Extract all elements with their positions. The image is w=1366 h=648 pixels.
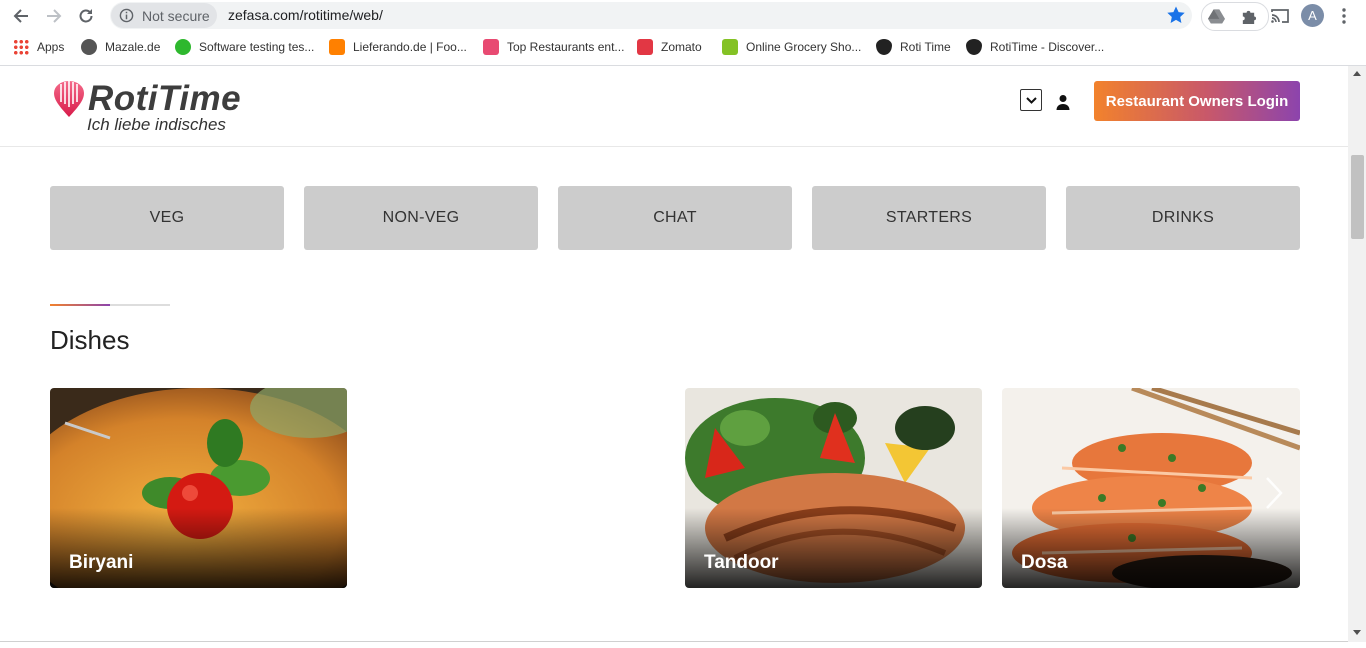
bookmark-star-icon[interactable] [1166, 5, 1186, 30]
chevron-down-icon [1025, 96, 1037, 104]
page-bottom-divider [0, 641, 1348, 642]
bookmark-label: Zomato [661, 40, 702, 54]
language-dropdown[interactable] [1020, 89, 1042, 111]
back-button[interactable] [10, 5, 32, 27]
rotitime-icon [876, 39, 892, 55]
category-starters-button[interactable]: STARTERS [812, 186, 1046, 250]
rotitime-icon [966, 39, 982, 55]
mazale-icon [81, 39, 97, 55]
category-non-veg-button[interactable]: NON-VEG [304, 186, 538, 250]
category-chat-button[interactable]: CHAT [558, 186, 792, 250]
browser-toolbar: Not secure zefasa.com/rotitime/web/ A [0, 0, 1366, 32]
bookmark-apps[interactable]: Apps [13, 39, 64, 55]
scroll-up-icon[interactable] [1353, 71, 1361, 76]
lieferando-icon [329, 39, 345, 55]
scrollbar-thumb[interactable] [1351, 155, 1364, 239]
bookmark-label: Software testing tes... [199, 40, 315, 54]
logo-title[interactable]: RotiTime [88, 79, 241, 119]
kebab-menu-icon [1342, 8, 1346, 24]
puzzle-extension-icon[interactable] [1240, 8, 1257, 25]
logo-tagline: Ich liebe indisches [87, 115, 226, 134]
scroll-down-icon[interactable] [1353, 630, 1361, 635]
site-info-chip[interactable]: Not secure [111, 3, 217, 28]
extensions-group [1201, 2, 1269, 31]
reload-icon [79, 9, 93, 23]
bookmark-top-restaurants[interactable]: Top Restaurants ent... [483, 39, 624, 55]
arrow-left-icon [13, 9, 28, 23]
category-veg-button[interactable]: VEG [50, 186, 284, 250]
apps-grid-icon [13, 39, 29, 55]
bookmark-rotitime-discover[interactable]: RotiTime - Discover... [966, 39, 1104, 55]
rotitime-logo-icon[interactable] [53, 80, 85, 123]
bookmark-lieferando[interactable]: Lieferando.de | Foo... [329, 39, 467, 55]
category-drinks-button[interactable]: DRINKS [1066, 186, 1300, 250]
bookmark-roti-time[interactable]: Roti Time [876, 39, 951, 55]
profile-initial: A [1308, 8, 1317, 23]
bookmark-mazale[interactable]: Mazale.de [81, 39, 160, 55]
section-divider-line [110, 304, 170, 306]
dish-name: Biryani [69, 552, 134, 573]
bigbasket-icon [722, 39, 738, 55]
zomato-icon [637, 39, 653, 55]
bookmark-label: Apps [37, 40, 65, 54]
arrow-right-icon [47, 9, 62, 23]
user-account-icon[interactable] [1055, 94, 1071, 115]
google-drive-icon[interactable] [1208, 8, 1225, 24]
bookmark-label: RotiTime - Discover... [990, 40, 1105, 54]
bookmark-online-grocery[interactable]: Online Grocery Sho... [722, 39, 861, 55]
cast-button[interactable] [1269, 5, 1291, 27]
page-scrollbar[interactable] [1348, 66, 1366, 642]
info-icon [119, 8, 134, 23]
bookmark-label: Mazale.de [105, 40, 161, 54]
reload-button[interactable] [75, 5, 97, 27]
security-label: Not secure [142, 8, 210, 24]
dish-card-biryani[interactable]: Biryani [50, 388, 347, 588]
cast-icon [1271, 9, 1289, 23]
bookmark-zomato[interactable]: Zomato [637, 39, 702, 55]
browser-menu-button[interactable] [1333, 5, 1355, 27]
dish-image-overlay [50, 508, 347, 588]
url-text[interactable]: zefasa.com/rotitime/web/ [228, 7, 383, 23]
dish-card-dosa[interactable]: Dosa [1002, 388, 1300, 588]
dish-image-overlay [1002, 508, 1300, 588]
dishes-section-title: Dishes [50, 325, 130, 355]
bookmarks-bar: Apps Mazale.de Software testing tes... L… [0, 32, 1366, 62]
bookmark-label: Lieferando.de | Foo... [353, 40, 467, 54]
restaurant-owners-login-button[interactable]: Restaurant Owners Login [1094, 81, 1300, 121]
bookmark-software-testing[interactable]: Software testing tes... [175, 39, 314, 55]
percent-icon [483, 39, 499, 55]
dish-name: Dosa [1021, 552, 1068, 573]
profile-avatar[interactable]: A [1301, 4, 1324, 27]
section-accent-line [50, 304, 110, 306]
bookmark-label: Online Grocery Sho... [746, 40, 862, 54]
carousel-next-arrow-icon[interactable] [1264, 476, 1284, 515]
forward-button[interactable] [43, 5, 65, 27]
qa-icon [175, 39, 191, 55]
dish-card-tandoor[interactable]: Tandoor [685, 388, 982, 588]
bookmark-label: Top Restaurants ent... [507, 40, 625, 54]
dish-name: Tandoor [704, 552, 779, 573]
bookmark-label: Roti Time [900, 40, 951, 54]
dish-image-overlay [685, 508, 982, 588]
